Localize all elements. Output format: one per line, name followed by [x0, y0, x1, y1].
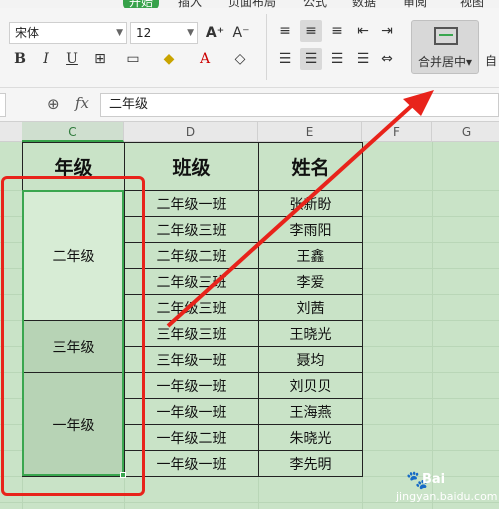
- watermark-url: jingyan.baidu.com: [396, 490, 498, 503]
- annotation-arrow-shaft: [166, 98, 420, 328]
- annotation-arrow-head: [403, 90, 434, 116]
- watermark-brand: Bai: [422, 472, 446, 487]
- baidu-watermark: 🐾 Bai jingyan.baidu.com: [392, 466, 498, 506]
- annotation-arrow: [166, 90, 434, 328]
